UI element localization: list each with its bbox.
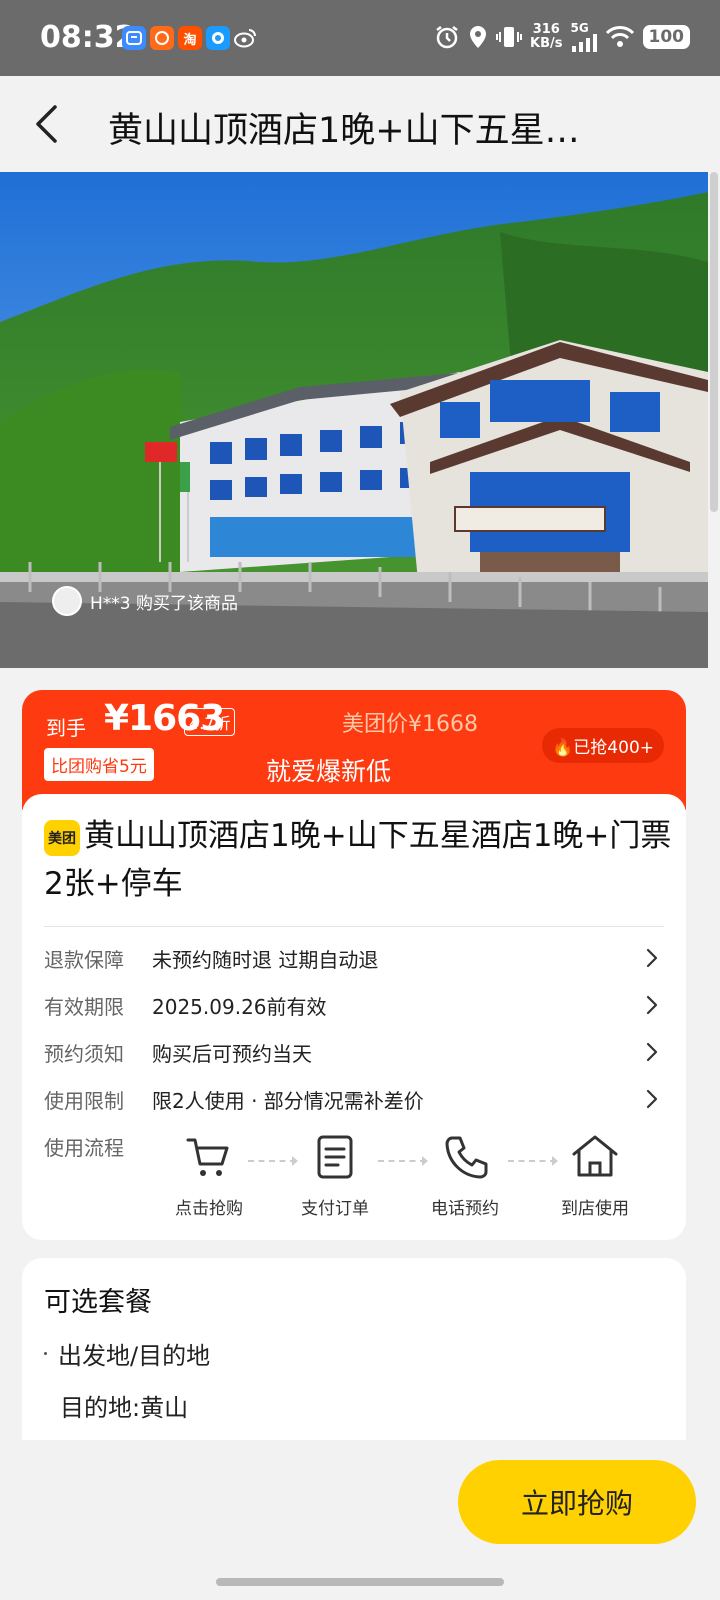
flow-step-pay: 支付订单 [280, 1132, 390, 1219]
promo-slogan: 就爱爆新低 [266, 757, 392, 786]
signal-group: 5G [571, 22, 597, 52]
product-info-card: 美团 黄山山顶酒店1晚+山下五星酒店1晚+门票2张+停车 退款保障 未预约随时退… [22, 794, 686, 1240]
chevron-left-icon [36, 105, 57, 143]
price-banner: 到手 ¥1663 4.7折 美团价¥1668 比团购省5元 就爱爆新低 🔥已抢4… [22, 690, 686, 810]
battery-indicator: 100 [642, 25, 690, 49]
home-icon [572, 1135, 618, 1177]
buy-now-button[interactable]: 立即抢购 [458, 1460, 696, 1544]
sold-count-badge: 🔥已抢400+ [542, 728, 664, 763]
row-label: 有效期限 [44, 994, 124, 1019]
row-label: 退款保障 [44, 947, 124, 972]
top-nav-bar: 黄山山顶酒店1晚+山下五星酒店1晚+门票2张+停车 [0, 76, 720, 172]
recent-buyer-text: H**3 购买了该商品 [90, 593, 239, 614]
row-value: 未预约随时退 过期自动退 [152, 947, 379, 972]
wifi-icon [605, 26, 634, 47]
booking-notice-row[interactable]: 预约须知 购买后可预约当天 [44, 1032, 664, 1072]
chevron-right-icon [646, 995, 658, 1015]
flow-step-label: 到店使用 [561, 1199, 629, 1219]
final-price-label: 到手 [46, 716, 86, 740]
discount-badge: 4.7折 [184, 708, 236, 736]
bullet [44, 1352, 47, 1355]
network-type: 5G [570, 21, 589, 35]
vibrate-icon [496, 27, 523, 47]
product-title: 黄山山顶酒店1晚+山下五星酒店1晚+门票2张+停车 [44, 818, 672, 902]
validity-row[interactable]: 有效期限 2025.09.26前有效 [44, 985, 664, 1025]
row-label: 使用限制 [44, 1088, 124, 1113]
location-icon [470, 26, 487, 48]
row-label: 预约须知 [44, 1041, 124, 1066]
package-section-title: 可选套餐 [44, 1287, 152, 1318]
network-speed-unit: KB/s [530, 36, 563, 51]
recent-buyer-chip: H**3 购买了该商品 [52, 584, 238, 618]
chevron-right-icon [646, 1089, 658, 1109]
usage-flow-label: 使用流程 [44, 1136, 124, 1160]
weibo-app-icon [234, 26, 258, 50]
gesture-home-bar[interactable] [216, 1578, 504, 1586]
flow-step-call: 电话预约 [410, 1132, 520, 1219]
row-value: 限2人使用 · 部分情况需补差价 [152, 1088, 424, 1113]
cart-icon [186, 1138, 229, 1176]
status-bar: 08:32 淘 316 KB/s 5G 100 [0, 0, 720, 76]
chevron-right-icon [646, 948, 658, 968]
back-button[interactable] [24, 100, 68, 148]
savings-badge: 比团购省5元 [44, 748, 154, 781]
package-destination[interactable]: 目的地:黄山 [60, 1388, 188, 1423]
meituan-price: 美团价¥1668 [342, 712, 478, 737]
network-speed: 316 KB/s [530, 23, 562, 51]
app-icon-1 [122, 26, 146, 50]
avatar [52, 586, 82, 616]
signal-icon [571, 34, 597, 52]
divider [44, 926, 664, 927]
app-icon-4 [206, 26, 230, 50]
app-icon-2 [150, 26, 174, 50]
refund-policy-row[interactable]: 退款保障 未预约随时退 过期自动退 [44, 938, 664, 978]
taobao-app-icon: 淘 [178, 26, 202, 50]
row-value: 2025.09.26前有效 [152, 994, 327, 1019]
phone-icon [445, 1136, 488, 1179]
status-app-icons: 淘 [122, 26, 258, 50]
package-options-card: 可选套餐 出发地/目的地 目的地:黄山 [22, 1258, 686, 1440]
usage-limit-row[interactable]: 使用限制 限2人使用 · 部分情况需补差价 [44, 1079, 664, 1119]
page-title: 黄山山顶酒店1晚+山下五星酒店1晚+门票2张+停车 [108, 111, 608, 151]
flow-step-visit: 到店使用 [540, 1132, 650, 1219]
chevron-right-icon [646, 1042, 658, 1062]
document-icon [317, 1135, 353, 1179]
flow-step-label: 点击抢购 [175, 1199, 243, 1219]
scrollbar[interactable] [710, 172, 718, 512]
flow-step-label: 电话预约 [431, 1199, 499, 1219]
status-right-icons: 316 KB/s 5G 100 [434, 22, 690, 52]
flow-step-label: 支付订单 [301, 1199, 369, 1219]
network-speed-value: 316 [532, 22, 560, 37]
alarm-icon [436, 26, 458, 49]
package-origin-destination-label: 出发地/目的地 [58, 1342, 211, 1370]
flow-step-purchase: 点击抢购 [154, 1132, 264, 1219]
row-value: 购买后可预约当天 [152, 1041, 312, 1066]
